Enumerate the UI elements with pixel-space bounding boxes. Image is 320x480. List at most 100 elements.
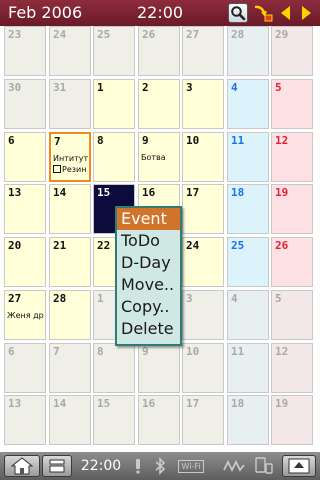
taskbar: 22:00 Wi-Fi: [0, 452, 320, 480]
day-cell-mon[interactable]: 23: [4, 26, 46, 76]
day-cell-tue[interactable]: 24: [49, 26, 91, 76]
day-cell-sat[interactable]: 11: [227, 132, 269, 182]
day-number: 28: [231, 28, 245, 41]
day-cell-thu[interactable]: 9: [138, 343, 180, 393]
checkbox-icon[interactable]: [53, 165, 61, 173]
wifi-icon[interactable]: Wi-Fi: [174, 456, 208, 476]
day-number: 10: [186, 134, 200, 147]
day-cell-fri[interactable]: 3: [182, 290, 224, 340]
notification-icon[interactable]: [131, 456, 145, 476]
jump-to-today-icon[interactable]: [253, 3, 273, 23]
day-cell-fri[interactable]: 3: [182, 79, 224, 129]
day-number: 18: [231, 186, 245, 199]
day-cell-fri[interactable]: 24: [182, 237, 224, 287]
menu-item-copy[interactable]: Copy..: [117, 296, 180, 318]
day-number: 12: [275, 345, 289, 358]
day-cell-thu[interactable]: 16: [138, 395, 180, 445]
day-number: 1: [97, 81, 104, 94]
day-cell-mon[interactable]: 13: [4, 184, 46, 234]
day-cell-fri[interactable]: 10: [182, 132, 224, 182]
day-number: 14: [53, 186, 67, 199]
prev-arrow-icon[interactable]: [276, 3, 296, 23]
day-cell-mon[interactable]: 27 Женя др: [4, 290, 46, 340]
title-bar: Feb 2006 22:00: [0, 0, 320, 26]
day-cell-sun[interactable]: 5: [271, 290, 313, 340]
day-cell-wed[interactable]: 8: [93, 132, 135, 182]
day-cell-fri[interactable]: 27: [182, 26, 224, 76]
menu-item-dday[interactable]: D-Day: [117, 252, 180, 274]
day-number: 23: [8, 28, 22, 41]
day-cell-sat[interactable]: 25: [227, 237, 269, 287]
day-cell-tue[interactable]: 7 Интитут Резин: [49, 132, 91, 182]
day-cell-sun[interactable]: 12: [271, 343, 313, 393]
menu-item-delete[interactable]: Delete: [117, 318, 180, 340]
day-cell-mon[interactable]: 6: [4, 343, 46, 393]
day-number: 8: [97, 345, 104, 358]
day-number: 15: [97, 186, 111, 199]
day-cell-fri[interactable]: 10: [182, 343, 224, 393]
menu-item-move[interactable]: Move..: [117, 274, 180, 296]
day-cell-wed[interactable]: 8: [93, 343, 135, 393]
taskbar-clock[interactable]: 22:00: [77, 455, 125, 477]
todo-item[interactable]: Резин: [53, 165, 86, 175]
event-item[interactable]: Ботва: [141, 153, 166, 163]
day-cell-sat[interactable]: 18: [227, 395, 269, 445]
home-icon[interactable]: [4, 455, 40, 477]
clock-time: 22:00: [137, 3, 184, 22]
event-item[interactable]: Интитут: [53, 154, 88, 164]
day-cell-sun[interactable]: 19: [271, 184, 313, 234]
day-cell-mon[interactable]: 30: [4, 79, 46, 129]
day-number: 21: [53, 239, 67, 252]
day-cell-thu[interactable]: 26: [138, 26, 180, 76]
search-icon[interactable]: [228, 3, 248, 23]
day-cell-sun[interactable]: 19: [271, 395, 313, 445]
day-cell-sun[interactable]: 29: [271, 26, 313, 76]
day-number: 26: [142, 28, 156, 41]
day-cell-mon[interactable]: 13: [4, 395, 46, 445]
day-number: 5: [275, 81, 282, 94]
event-label: Интитут: [53, 154, 89, 163]
day-number: 17: [186, 397, 200, 410]
day-cell-tue[interactable]: 14: [49, 395, 91, 445]
day-number: 27: [186, 28, 200, 41]
day-cell-fri[interactable]: 17: [182, 184, 224, 234]
day-cell-sat[interactable]: 28: [227, 26, 269, 76]
signal-wave-icon[interactable]: [222, 456, 246, 476]
day-number: 7: [53, 345, 60, 358]
day-cell-thu[interactable]: 9 Ботва: [138, 132, 180, 182]
day-cell-sun[interactable]: 12: [271, 132, 313, 182]
day-cell-sat[interactable]: 11: [227, 343, 269, 393]
day-cell-tue[interactable]: 21: [49, 237, 91, 287]
day-cell-fri[interactable]: 17: [182, 395, 224, 445]
day-cell-tue[interactable]: 28: [49, 290, 91, 340]
day-number: 2: [142, 81, 149, 94]
context-menu: Event ToDo D-Day Move.. Copy.. Delete: [115, 206, 182, 346]
tasks-icon[interactable]: [42, 455, 72, 477]
day-cell-wed[interactable]: 25: [93, 26, 135, 76]
day-cell-tue[interactable]: 14: [49, 184, 91, 234]
device-sync-icon[interactable]: [252, 456, 276, 476]
day-cell-wed[interactable]: 15: [93, 395, 135, 445]
bluetooth-icon[interactable]: [150, 456, 170, 476]
day-number: 24: [53, 28, 67, 41]
menu-item-todo[interactable]: ToDo: [117, 230, 180, 252]
menu-item-event[interactable]: Event: [117, 208, 180, 230]
month-title[interactable]: Feb 2006: [8, 3, 82, 23]
day-cell-sun[interactable]: 5: [271, 79, 313, 129]
day-cell-wed[interactable]: 1: [93, 79, 135, 129]
day-number: 27: [8, 292, 22, 305]
day-cell-mon[interactable]: 6: [4, 132, 46, 182]
day-cell-sat[interactable]: 4: [227, 79, 269, 129]
day-cell-sun[interactable]: 26: [271, 237, 313, 287]
day-cell-thu[interactable]: 2: [138, 79, 180, 129]
screen-rotate-icon[interactable]: [282, 455, 316, 477]
day-cell-tue[interactable]: 31: [49, 79, 91, 129]
next-arrow-icon[interactable]: [296, 3, 316, 23]
day-cell-sat[interactable]: 18: [227, 184, 269, 234]
event-item[interactable]: Женя др: [7, 311, 44, 321]
day-number: 25: [231, 239, 245, 252]
day-number: 6: [8, 134, 15, 147]
day-cell-sat[interactable]: 4: [227, 290, 269, 340]
day-cell-tue[interactable]: 7: [49, 343, 91, 393]
day-cell-mon[interactable]: 20: [4, 237, 46, 287]
